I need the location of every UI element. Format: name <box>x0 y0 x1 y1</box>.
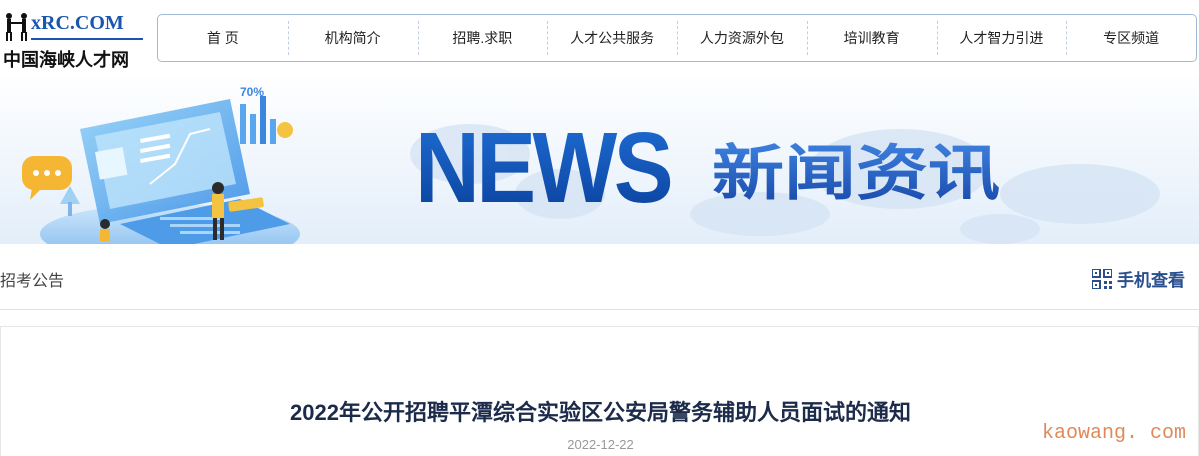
logo-underline <box>31 38 143 40</box>
breadcrumb-bar: 招考公告 手机查看 <box>0 244 1199 310</box>
nav-item-training[interactable]: 培训教育 <box>806 15 937 61</box>
breadcrumb[interactable]: 招考公告 <box>0 267 64 291</box>
news-banner: 70% NEWS 新闻资讯 <box>0 74 1199 244</box>
mobile-view-label: 手机查看 <box>1117 271 1185 290</box>
banner-graphic: 70% NEWS 新闻资讯 <box>22 85 1160 244</box>
banner-news-word: NEWS <box>415 112 670 224</box>
main-nav: 首 页 机构简介 招聘.求职 人才公共服务 人力资源外包 培训教育 人才智力引进… <box>157 14 1197 62</box>
site-logo[interactable]: xRC.COM 中国海峡人才网 <box>3 8 148 70</box>
logo-subtitle: 中国海峡人才网 <box>3 50 129 70</box>
handshake-figures-icon <box>6 13 27 41</box>
nav-item-about[interactable]: 机构简介 <box>287 15 418 61</box>
nav-item-public-service[interactable]: 人才公共服务 <box>547 15 677 61</box>
nav-item-jobs[interactable]: 招聘.求职 <box>417 15 548 61</box>
article-title: 2022年公开招聘平潭综合实验区公安局警务辅助人员面试的通知 <box>290 400 911 425</box>
logo-text: xRC.COM <box>31 12 124 34</box>
nav-item-zones[interactable]: 专区频道 <box>1066 15 1196 61</box>
article-panel: 2022年公开招聘平潭综合实验区公安局警务辅助人员面试的通知 2022-12-2… <box>0 326 1199 456</box>
banner-cn-word: 新闻资讯 <box>712 139 1000 209</box>
chat-bubble-icon <box>22 156 72 200</box>
chart-percent-label: 70% <box>240 85 264 99</box>
watermark: kaowang. com <box>1041 422 1186 445</box>
qr-code-icon <box>1092 268 1112 289</box>
article-date: 2022-12-22 <box>567 437 634 452</box>
nav-item-talent-intro[interactable]: 人才智力引进 <box>936 15 1067 61</box>
mobile-view-link[interactable]: 手机查看 <box>1092 266 1185 291</box>
nav-item-hr-outsourcing[interactable]: 人力资源外包 <box>677 15 807 61</box>
site-header: xRC.COM 中国海峡人才网 首 页 机构简介 招聘.求职 人才公共服务 人力… <box>0 0 1199 74</box>
bar-chart-illustration: 70% <box>240 85 293 144</box>
nav-item-home[interactable]: 首 页 <box>158 15 288 61</box>
